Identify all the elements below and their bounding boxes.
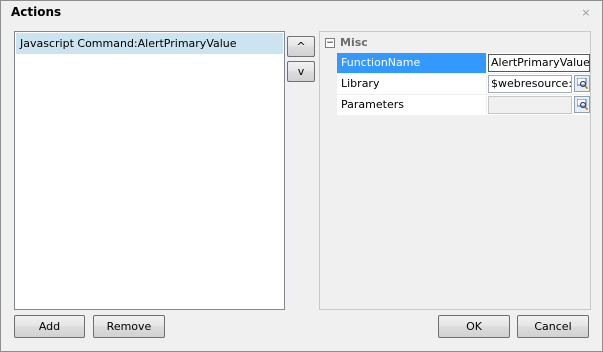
move-up-button[interactable]: ^: [287, 36, 315, 57]
add-button[interactable]: Add: [14, 315, 85, 338]
library-input[interactable]: $webresource:co: [488, 75, 572, 93]
actions-dialog: Actions × Javascript Command:AlertPrimar…: [0, 0, 603, 352]
property-grid-panel: − Misc FunctionName AlertPrimaryValue Li…: [319, 31, 591, 310]
remove-button[interactable]: Remove: [93, 315, 165, 338]
grid-gutter: [321, 53, 337, 115]
list-item[interactable]: Javascript Command:AlertPrimaryValue: [16, 33, 283, 54]
actions-list[interactable]: Javascript Command:AlertPrimaryValue: [14, 31, 285, 310]
property-row-library[interactable]: Library $webresource:co: [337, 74, 590, 95]
move-down-button[interactable]: v: [287, 61, 315, 82]
lookup-icon: [577, 78, 588, 89]
title-bar: Actions ×: [1, 1, 602, 25]
property-row-functionname[interactable]: FunctionName AlertPrimaryValue: [337, 53, 590, 74]
property-name[interactable]: Parameters: [337, 95, 487, 115]
property-row-parameters[interactable]: Parameters: [337, 95, 590, 116]
cancel-button[interactable]: Cancel: [517, 315, 589, 338]
dialog-title: Actions: [11, 5, 62, 19]
ok-button[interactable]: OK: [438, 315, 510, 338]
property-name[interactable]: FunctionName: [337, 53, 487, 73]
property-grid: − Misc FunctionName AlertPrimaryValue Li…: [321, 33, 590, 116]
property-name[interactable]: Library: [337, 74, 487, 94]
close-icon[interactable]: ×: [579, 6, 593, 20]
collapse-icon[interactable]: −: [325, 38, 335, 48]
parameters-input[interactable]: [488, 96, 572, 114]
functionname-input[interactable]: AlertPrimaryValue: [488, 54, 590, 72]
category-row: − Misc: [321, 33, 589, 53]
lookup-icon: [577, 99, 588, 110]
category-label: Misc: [340, 36, 368, 49]
library-lookup-button[interactable]: [574, 75, 590, 92]
parameters-lookup-button[interactable]: [574, 96, 590, 113]
